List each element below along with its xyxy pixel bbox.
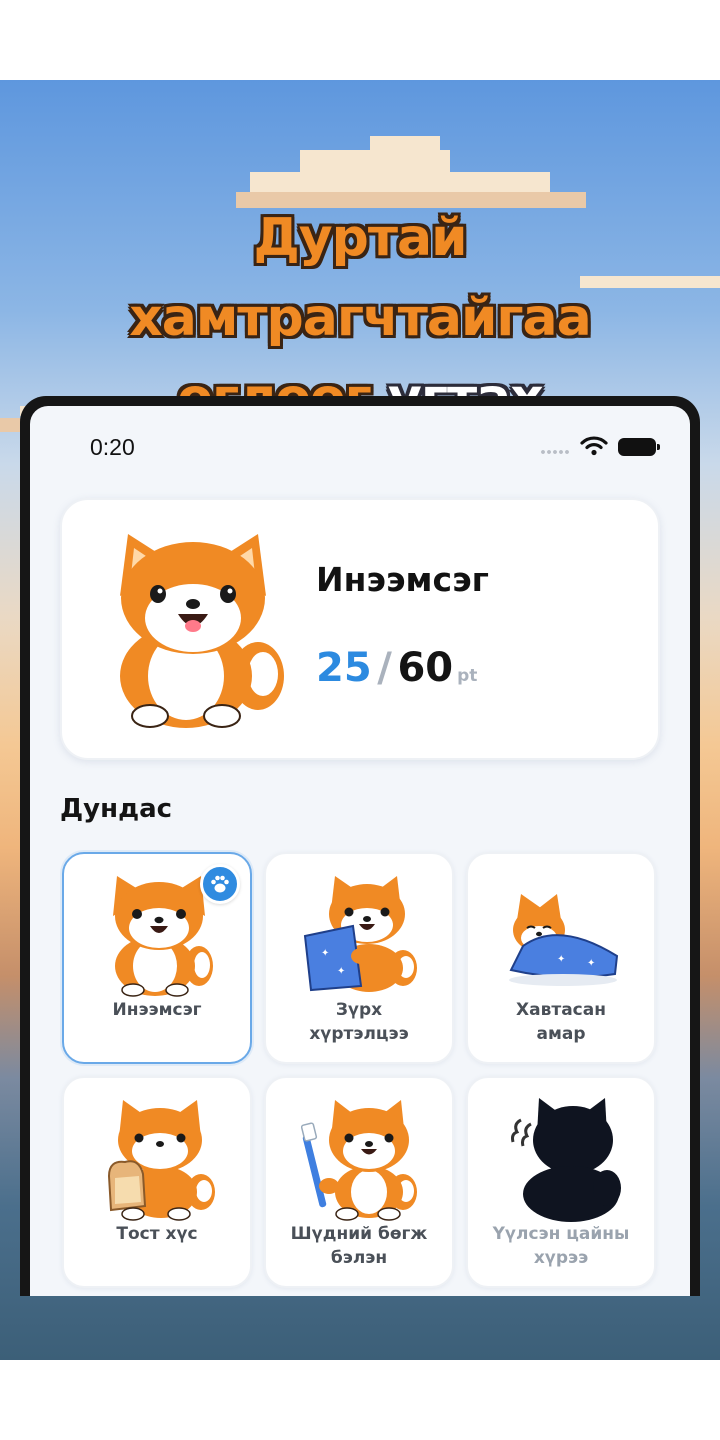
svg-text:✦: ✦ [337, 966, 345, 977]
points-unit: pt [457, 666, 478, 686]
outfit-tile-locked[interactable]: Үүлсэн цайны хүрээ [466, 1076, 656, 1288]
points-max: 60 [397, 645, 454, 691]
status-time: 0:20 [90, 434, 135, 460]
outfit-label: Инээмсэг [112, 1000, 202, 1020]
points-separator: / [377, 645, 392, 691]
headline-line-1: Дуртай [253, 208, 467, 268]
outfit-label: Шүдний бөгж бэлэн [290, 1224, 428, 1268]
shiba-toast-icon [107, 1100, 215, 1221]
outfit-tile-pillow[interactable]: ✦ ✦ Зүрх хүртэлцээ [264, 852, 454, 1064]
svg-text:✦: ✦ [321, 948, 329, 959]
phone-frame: 0:20 Инээмсэг 25 / 60 pt Дундас Инээмсэг… [20, 396, 700, 1296]
outfit-tile-toast[interactable]: Тост хүс [62, 1076, 252, 1288]
outfit-tile-smile[interactable]: Инээмсэг [62, 852, 252, 1064]
outfit-tile-blanket[interactable]: ✦ ✦ Хавтасан амар [466, 852, 656, 1064]
shiba-silhouette-icon [511, 1098, 621, 1222]
headline-line-2: хамтрагчтайгаа [129, 288, 591, 348]
points-current: 25 [316, 645, 372, 691]
phone-screen: 0:20 Инээмсэг 25 / 60 pt Дундас Инээмсэг… [30, 406, 690, 1296]
svg-text:✦: ✦ [557, 954, 565, 965]
shiba-pet-icon [120, 534, 284, 728]
shiba-toothbrush-icon [301, 1100, 417, 1221]
pet-card[interactable]: Инээмсэг 25 / 60 pt [60, 498, 660, 760]
paw-badge-icon [200, 864, 240, 904]
outfit-tile-toothbrush[interactable]: Шүдний бөгж бэлэн [264, 1076, 454, 1288]
shiba-pillow-icon: ✦ ✦ [303, 876, 417, 992]
outfit-label: Зүрх хүртэлцээ [309, 1000, 409, 1044]
shiba-blanket-icon: ✦ ✦ [509, 894, 619, 986]
status-bar: 0:20 [30, 406, 690, 476]
battery-icon [618, 438, 660, 456]
section-title: Дундас [60, 794, 173, 824]
outfit-label: Хавтасан амар [516, 1000, 606, 1044]
pet-points: 25 / 60 pt [316, 645, 477, 691]
svg-text:✦: ✦ [587, 958, 595, 969]
signal-dots-icon [540, 450, 570, 454]
pet-name: Инээмсэг [316, 560, 489, 599]
outfit-label: Тост хүс [116, 1224, 198, 1244]
cloud [370, 136, 440, 154]
outfit-label: Үүлсэн цайны хүрээ [492, 1224, 630, 1268]
wifi-icon [580, 436, 608, 456]
